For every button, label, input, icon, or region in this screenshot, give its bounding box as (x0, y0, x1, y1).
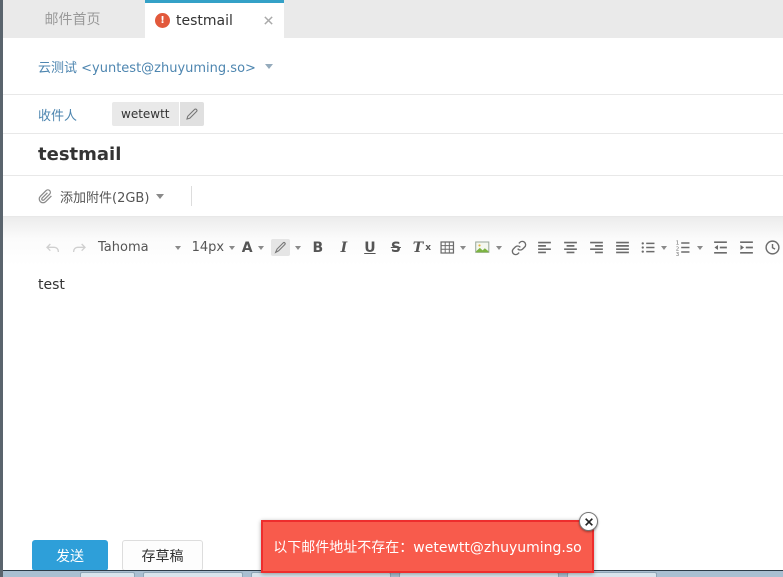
font-color-button[interactable]: A (240, 235, 265, 261)
save-draft-button[interactable]: 存草稿 (122, 540, 203, 571)
bullet-list-button[interactable] (638, 235, 670, 261)
numbered-list-button[interactable]: 123 (673, 235, 705, 261)
bold-button[interactable]: B (307, 235, 329, 261)
outdent-icon (712, 239, 729, 256)
image-icon (474, 239, 491, 256)
from-row: 云测试 <yuntest@zhuyuming.so> (0, 38, 783, 95)
schedule-icon[interactable] (761, 235, 783, 261)
background-tab (80, 572, 135, 577)
numbered-list-icon: 123 (675, 239, 692, 256)
chevron-down-icon (697, 246, 703, 250)
highlighter-pen-icon (271, 239, 290, 256)
insert-image-button[interactable] (472, 235, 504, 261)
align-right-button[interactable] (586, 235, 608, 261)
recipient-name: wetewtt (112, 102, 179, 126)
send-button[interactable]: 发送 (32, 540, 108, 571)
align-center-button[interactable] (560, 235, 582, 261)
align-left-button[interactable] (534, 235, 556, 261)
chevron-down-icon (496, 246, 502, 250)
chevron-down-icon (295, 246, 301, 250)
italic-button[interactable]: I (333, 235, 355, 261)
divider (191, 186, 192, 206)
tab-mail-home[interactable]: 邮件首页 (0, 0, 145, 38)
align-center-icon (562, 239, 579, 256)
error-badge-icon: ! (155, 13, 170, 28)
chevron-down-icon[interactable] (156, 194, 164, 199)
editor-toolbar: Tahoma 14px A B I U S Tx (0, 217, 783, 266)
link-icon (511, 240, 527, 256)
strikethrough-button[interactable]: S (385, 235, 407, 261)
recipient-chip[interactable]: wetewtt (112, 102, 204, 126)
close-icon (584, 517, 594, 527)
toast-close-button[interactable] (579, 512, 598, 531)
tab-label: 邮件首页 (45, 9, 101, 29)
attachment-row: 添加附件(2GB) (0, 176, 783, 217)
tab-bar: 邮件首页 ! testmail (0, 0, 783, 38)
chevron-down-icon (258, 246, 264, 250)
align-justify-icon (614, 239, 631, 256)
error-toast-message: 以下邮件地址不存在：wetewtt@zhuyuming.so (273, 537, 581, 557)
chevron-down-icon (661, 246, 667, 250)
body-text: test (38, 277, 65, 293)
font-family-select[interactable]: Tahoma (94, 235, 185, 261)
font-size-select[interactable]: 14px (189, 235, 236, 261)
chevron-down-icon[interactable] (265, 64, 273, 69)
mail-compose-page: 邮件首页 ! testmail 云测试 <yuntest@zhuyuming.s… (0, 0, 783, 577)
undo-icon[interactable] (42, 235, 64, 261)
tab-label: testmail (176, 13, 233, 29)
tab-testmail[interactable]: ! testmail (145, 0, 284, 38)
subject-text: testmail (38, 144, 121, 165)
edit-recipient-button[interactable] (180, 102, 204, 126)
insert-table-button[interactable] (437, 235, 469, 261)
indent-button[interactable] (735, 235, 757, 261)
indent-icon (738, 239, 755, 256)
align-justify-button[interactable] (612, 235, 634, 261)
recipient-label: 收件人 (38, 105, 112, 124)
align-left-icon (536, 239, 553, 256)
message-body-editor[interactable]: test (0, 266, 783, 540)
background-tab (143, 572, 243, 577)
error-toast: 以下邮件地址不存在：wetewtt@zhuyuming.so (261, 520, 594, 573)
outdent-button[interactable] (709, 235, 731, 261)
from-address[interactable]: 云测试 <yuntest@zhuyuming.so> (38, 57, 256, 76)
chevron-down-icon (175, 246, 181, 250)
window-edge-strip (0, 0, 3, 577)
underline-button[interactable]: U (359, 235, 381, 261)
subject-row[interactable]: testmail (0, 134, 783, 176)
paperclip-icon (38, 189, 53, 204)
insert-link-button[interactable] (508, 235, 530, 261)
redo-icon[interactable] (68, 235, 90, 261)
chevron-down-icon (229, 246, 235, 250)
tab-close-icon[interactable] (263, 15, 274, 26)
add-attachment-button[interactable]: 添加附件(2GB) (60, 187, 149, 206)
svg-text:3: 3 (676, 252, 680, 256)
clear-format-button[interactable]: Tx (411, 235, 433, 261)
align-right-icon (588, 239, 605, 256)
recipient-row: 收件人 wetewtt (0, 95, 783, 134)
highlight-color-button[interactable] (269, 235, 303, 261)
chevron-down-icon (460, 246, 466, 250)
table-icon (439, 239, 456, 256)
bullet-list-icon (640, 239, 657, 256)
